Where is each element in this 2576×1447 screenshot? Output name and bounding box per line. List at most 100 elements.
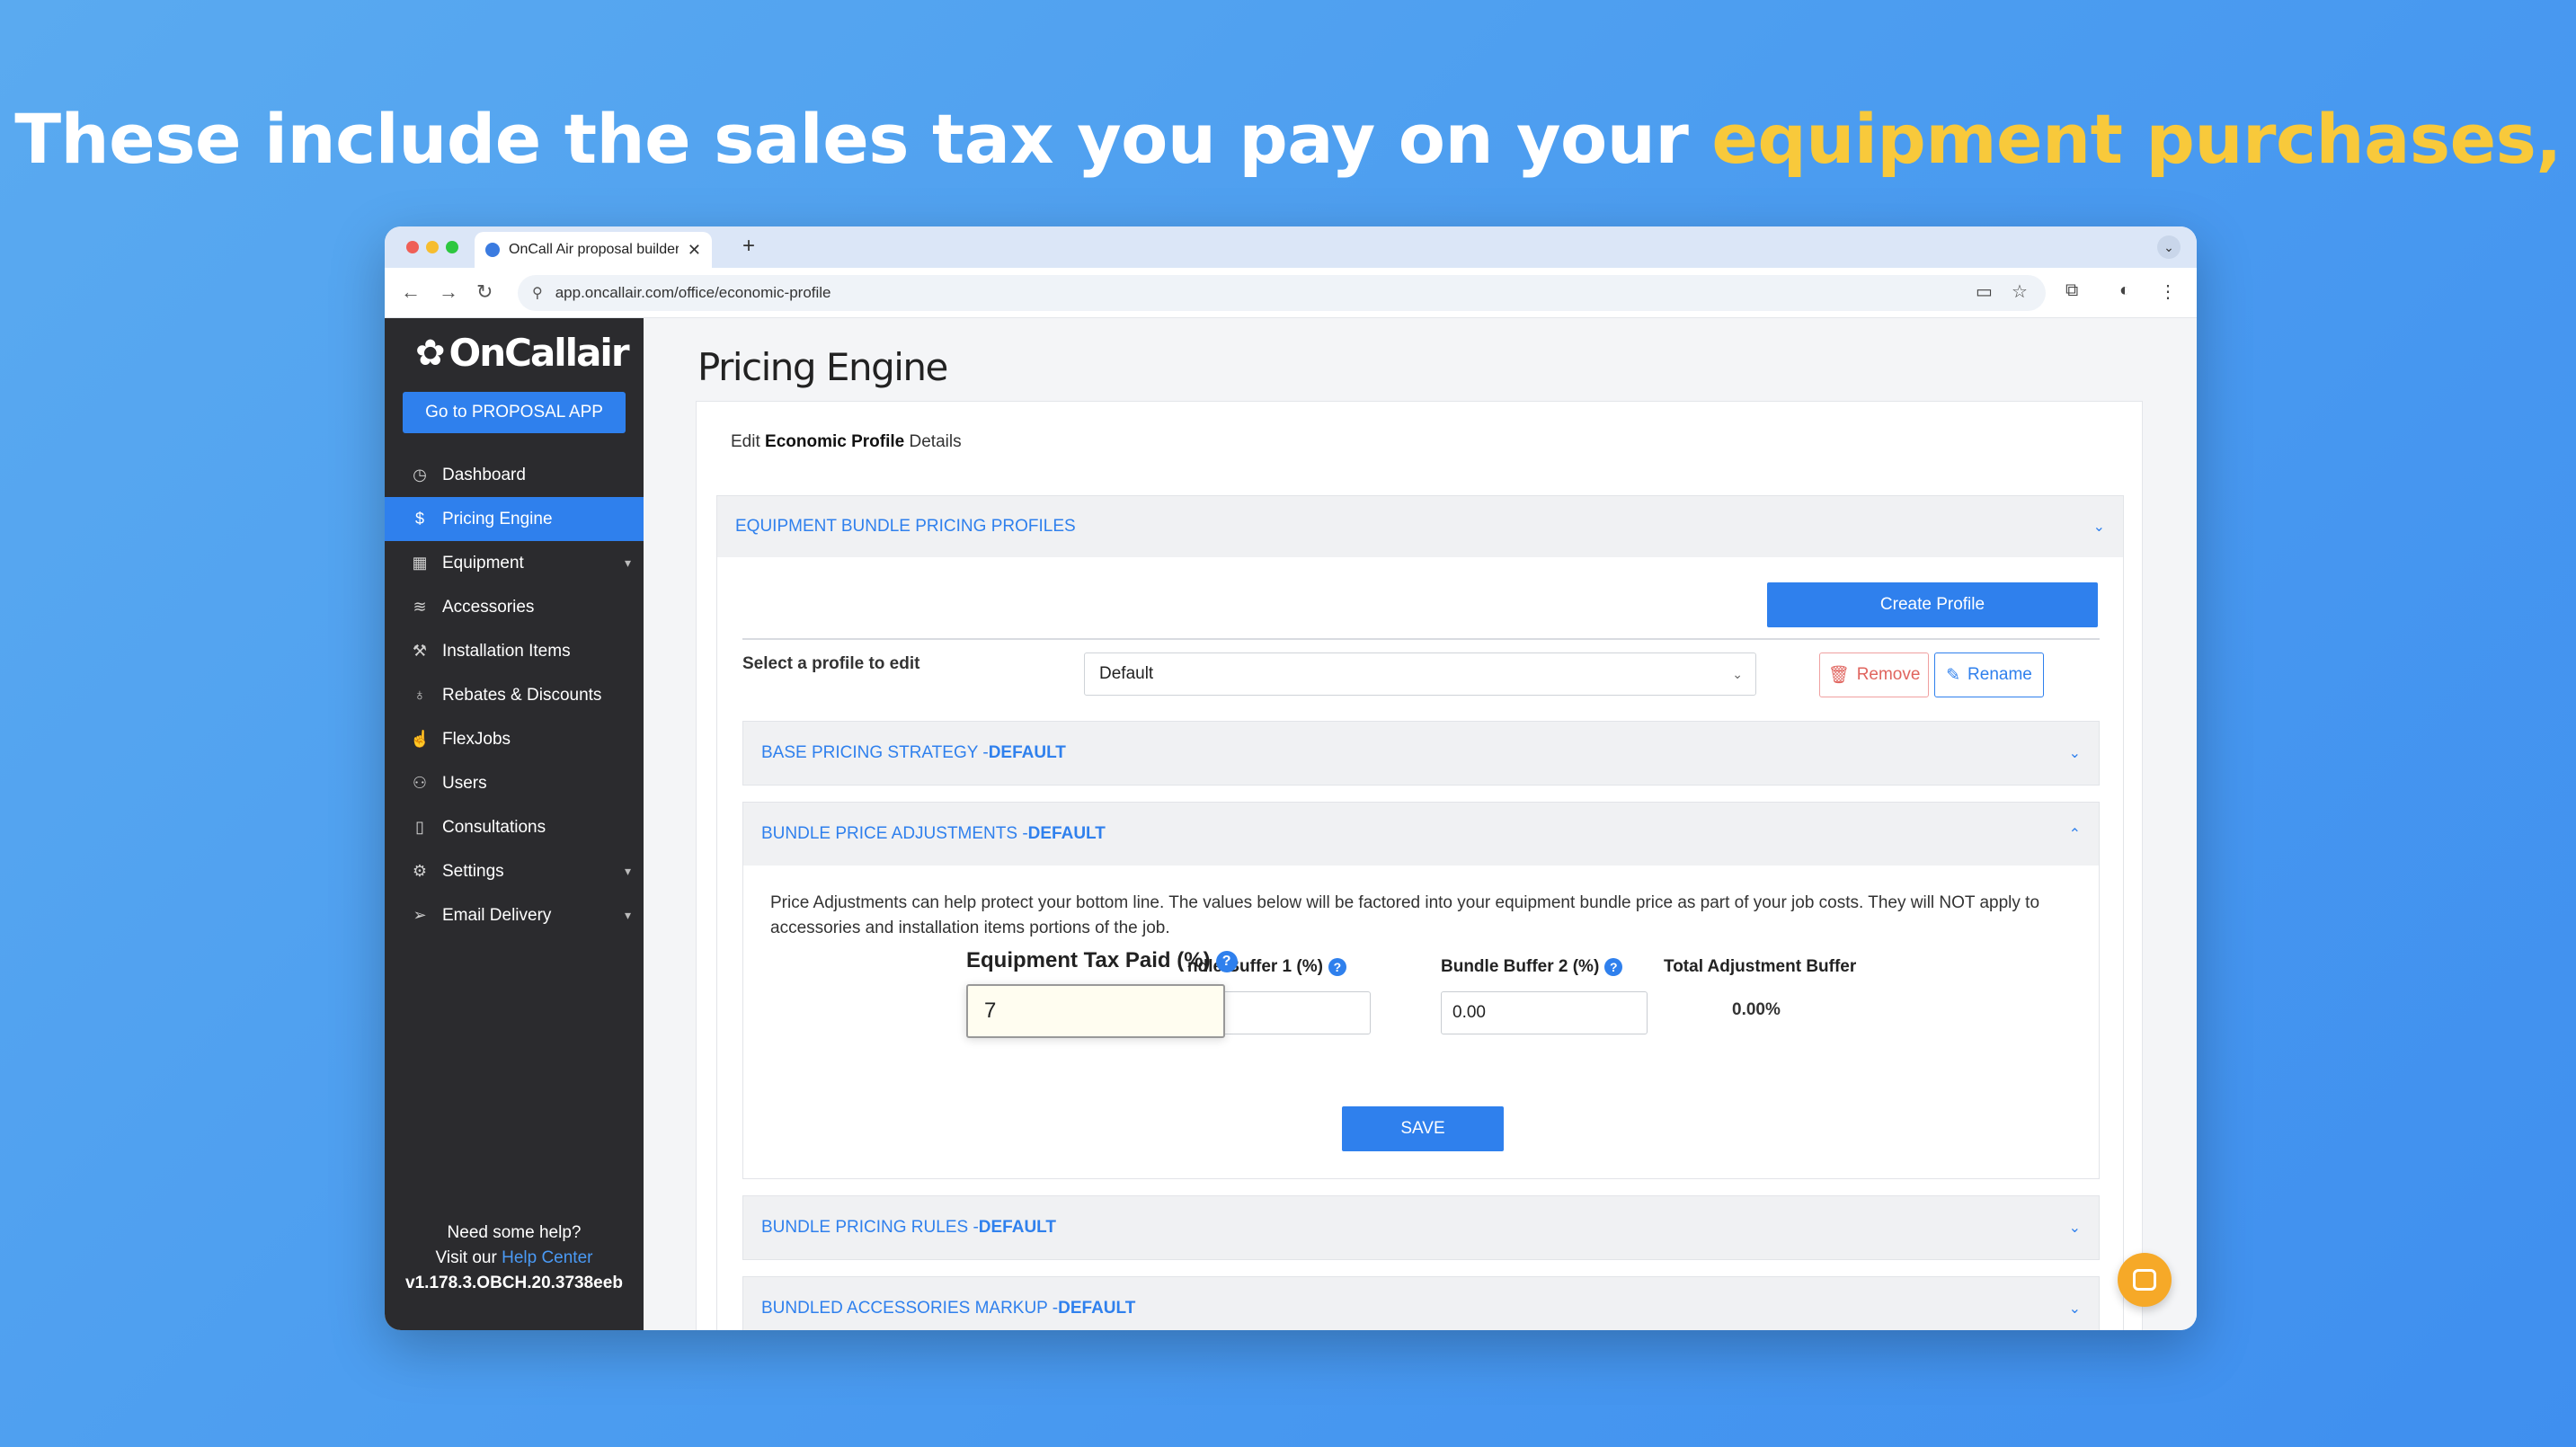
address-bar: ← → ↻ ⚲ app.oncallair.com/office/economi… — [385, 268, 2197, 318]
sidebar-item-dashboard[interactable]: ◷ Dashboard — [385, 453, 644, 497]
page-title: Pricing Engine — [697, 345, 948, 389]
remove-button[interactable]: 🗑 Remove — [1819, 652, 1929, 697]
maximize-window-dot[interactable] — [446, 241, 458, 253]
base-pricing-strategy-header[interactable]: BASE PRICING STRATEGY - DEFAULT ⌄ — [743, 722, 2099, 785]
chat-button[interactable] — [2118, 1253, 2172, 1307]
chevron-down-icon[interactable]: ⌄ — [2093, 518, 2105, 536]
headline-highlight: equipment purchases, — [1711, 99, 2562, 179]
chevron-down-icon[interactable]: ▾ — [625, 864, 631, 879]
section-title: EQUIPMENT BUNDLE PRICING PROFILES — [735, 517, 1076, 536]
section-suffix: DEFAULT — [1027, 824, 1106, 843]
base-pricing-strategy-section: BASE PRICING STRATEGY - DEFAULT ⌄ — [742, 721, 2100, 786]
tab-title: OnCall Air proposal builder — [509, 242, 679, 257]
section-suffix: DEFAULT — [988, 743, 1066, 762]
headline: These include the sales tax you pay on y… — [0, 99, 2576, 179]
profile-select-value: Default — [1099, 664, 1154, 683]
site-settings-icon[interactable]: ⚲ — [532, 284, 543, 302]
grid-icon: ▦ — [412, 554, 428, 572]
section-title: BUNDLED ACCESSORIES MARKUP - — [761, 1299, 1059, 1318]
headline-text: These include the sales tax you pay on y… — [14, 99, 1712, 179]
profile-select[interactable]: Default ⌄ — [1084, 652, 1756, 696]
chevron-down-icon[interactable]: ⌄ — [2069, 744, 2081, 762]
sidebar-item-equipment[interactable]: ▦ Equipment ▾ — [385, 541, 644, 585]
chevron-down-icon[interactable]: ⌄ — [2069, 1219, 2081, 1237]
equipment-bundle-section: EQUIPMENT BUNDLE PRICING PROFILES ⌄ Crea… — [716, 495, 2124, 1330]
create-profile-button[interactable]: Create Profile — [1767, 582, 2098, 627]
chevron-up-icon[interactable]: ⌃ — [2069, 825, 2081, 843]
sidebar-item-label: Rebates & Discounts — [442, 685, 602, 705]
sidebar-item-rebates-discounts[interactable]: ♁ Rebates & Discounts — [385, 673, 644, 717]
equipment-tax-input[interactable] — [966, 984, 1225, 1038]
sidebar-item-settings[interactable]: ⚙ Settings ▾ — [385, 849, 644, 893]
total-adjustment-label: Total Adjustment Buffer — [1664, 957, 1857, 976]
hand-icon: ☝ — [410, 730, 431, 748]
chevron-down-icon[interactable]: ▾ — [625, 555, 631, 571]
favicon-icon — [485, 243, 500, 257]
equipment-bundle-header[interactable]: EQUIPMENT BUNDLE PRICING PROFILES ⌄ — [717, 496, 2123, 557]
buffer2-label: Bundle Buffer 2 (%)? — [1441, 957, 1623, 977]
rename-label: Rename — [1968, 665, 2032, 684]
bundle-price-adjustments-section: BUNDLE PRICE ADJUSTMENTS - DEFAULT ⌃ Pri… — [742, 802, 2100, 1179]
sidebar-item-label: Pricing Engine — [442, 509, 553, 528]
send-icon: ➢ — [413, 906, 427, 924]
save-button[interactable]: SAVE — [1342, 1106, 1504, 1151]
sidebar-item-label: Settings — [442, 861, 504, 881]
extensions-icon[interactable]: ⧉ — [2065, 280, 2078, 301]
document-icon: ▯ — [415, 818, 424, 836]
layers-icon: ≋ — [413, 598, 427, 616]
tax-label-text: Equipment Tax Paid (%) — [966, 948, 1211, 972]
wrench-icon: ⚒ — [412, 642, 428, 660]
reload-icon[interactable]: ↻ — [476, 280, 493, 304]
sidebar-item-label: Installation Items — [442, 641, 571, 661]
forward-arrow-icon[interactable]: → — [439, 280, 458, 304]
sidebar-item-label: Dashboard — [442, 465, 526, 484]
pencil-icon: ✎ — [1946, 665, 1961, 685]
new-tab-button[interactable]: + — [742, 234, 755, 259]
help-center-link[interactable]: Help Center — [502, 1248, 592, 1267]
minimize-window-dot[interactable] — [426, 241, 439, 253]
url-text: app.oncallair.com/office/economic-profil… — [555, 284, 831, 301]
section-title: BASE PRICING STRATEGY - — [761, 743, 989, 762]
bundled-accessories-markup-header[interactable]: BUNDLED ACCESSORIES MARKUP - DEFAULT ⌄ — [743, 1277, 2099, 1330]
sidebar-item-consultations[interactable]: ▯ Consultations — [385, 805, 644, 849]
help-question-icon[interactable]: ? — [1328, 957, 1346, 976]
logo: ✿ OnCallair — [415, 331, 630, 375]
section-title: BUNDLE PRICE ADJUSTMENTS - — [761, 824, 1028, 843]
bundle-pricing-rules-header[interactable]: BUNDLE PRICING RULES - DEFAULT ⌄ — [743, 1196, 2099, 1259]
buffer2-label-text: Bundle Buffer 2 (%) — [1441, 957, 1600, 976]
badge-icon: ♁ — [413, 686, 426, 704]
close-window-dot[interactable] — [406, 241, 419, 253]
chevron-down-icon[interactable]: ⌄ — [2069, 1300, 2081, 1318]
help-question-icon[interactable]: ? — [1604, 957, 1623, 976]
bookmark-star-icon[interactable]: ☆ — [2012, 280, 2028, 303]
sidebar-item-label: Accessories — [442, 597, 535, 617]
bundle-pricing-rules-section: BUNDLE PRICING RULES - DEFAULT ⌄ — [742, 1195, 2100, 1260]
sidebar-item-pricing-engine[interactable]: $ Pricing Engine — [385, 497, 644, 541]
tab-search-chevron-icon[interactable]: ⌄ — [2157, 235, 2181, 259]
bundle-price-adjustments-header[interactable]: BUNDLE PRICE ADJUSTMENTS - DEFAULT ⌃ — [743, 803, 2099, 866]
browser-menu-icon[interactable]: ⋮ — [2159, 280, 2177, 303]
rename-button[interactable]: ✎ Rename — [1934, 652, 2044, 697]
bundle-buffer-2-input[interactable] — [1441, 991, 1648, 1034]
edit-prefix: Edit — [731, 432, 766, 451]
go-to-proposal-app-button[interactable]: Go to PROPOSAL APP — [403, 392, 626, 433]
sidebar-item-installation-items[interactable]: ⚒ Installation Items — [385, 629, 644, 673]
adjustments-description: Price Adjustments can help protect your … — [770, 893, 2040, 937]
back-arrow-icon[interactable]: ← — [401, 280, 421, 304]
sidebar-item-users[interactable]: ⚇ Users — [385, 761, 644, 805]
browser-tab[interactable]: OnCall Air proposal builder ✕ — [475, 232, 712, 268]
users-icon: ⚇ — [412, 774, 428, 792]
sidebar-item-accessories[interactable]: ≋ Accessories — [385, 585, 644, 629]
tab-close-icon[interactable]: ✕ — [688, 241, 701, 260]
section-suffix: DEFAULT — [1058, 1299, 1136, 1318]
sidebar-item-flexjobs[interactable]: ☝ FlexJobs — [385, 717, 644, 761]
help-question-icon[interactable]: ? — [1215, 950, 1238, 972]
sidebar-item-email-delivery[interactable]: ➢ Email Delivery ▾ — [385, 893, 644, 937]
cast-icon[interactable]: ▭ — [1976, 280, 1993, 303]
profile-icon[interactable]: ◐ — [2119, 280, 2130, 301]
version-label: v1.178.3.OBCH.20.3738eeb — [405, 1274, 623, 1292]
chevron-down-icon[interactable]: ▾ — [625, 908, 631, 923]
section-title: BUNDLE PRICING RULES - — [761, 1218, 979, 1237]
total-adjustment-value: 0.00% — [1732, 1000, 1781, 1019]
url-field[interactable]: ⚲ app.oncallair.com/office/economic-prof… — [518, 275, 2046, 311]
